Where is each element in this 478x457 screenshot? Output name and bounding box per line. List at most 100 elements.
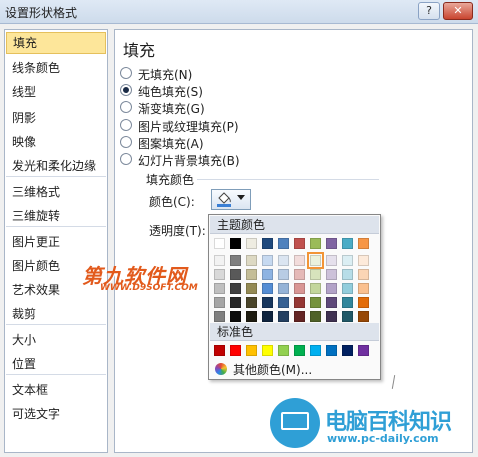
theme-shade-swatch[interactable] [310,311,321,322]
theme-color-swatch[interactable] [310,238,321,249]
theme-shade-swatch[interactable] [342,297,353,308]
sidebar-item[interactable]: 三维格式 [6,181,106,203]
color-label: 颜色(C): [149,195,195,209]
theme-shade-swatch[interactable] [246,311,257,322]
standard-color-swatch[interactable] [342,345,353,356]
standard-color-swatch[interactable] [214,345,225,356]
sidebar-item[interactable]: 阴影 [6,107,106,129]
theme-shade-swatch[interactable] [342,283,353,294]
sidebar-item[interactable]: 发光和柔化边缘 [6,155,106,177]
theme-shade-swatch[interactable] [214,283,225,294]
standard-color-swatch[interactable] [294,345,305,356]
theme-colors-header: 主题颜色 [210,216,379,234]
theme-shade-swatch[interactable] [342,269,353,280]
theme-shade-swatch[interactable] [358,297,369,308]
standard-colors-header: 标准色 [210,323,379,341]
sidebar-item[interactable]: 可选文字 [6,403,106,425]
theme-shade-swatch[interactable] [214,269,225,280]
theme-shade-swatch[interactable] [358,255,369,266]
sidebar-item[interactable]: 填充 [6,32,106,54]
standard-color-swatch[interactable] [310,345,321,356]
theme-shade-swatch[interactable] [278,283,289,294]
sidebar-item[interactable]: 大小 [6,329,106,351]
sidebar-item[interactable]: 线型 [6,81,106,103]
more-colors-label: 其他颜色(M)... [233,363,313,377]
theme-color-swatch[interactable] [230,238,241,249]
close-button[interactable]: ✕ [443,2,473,20]
theme-shade-swatch[interactable] [326,269,337,280]
theme-shade-swatch[interactable] [342,255,353,266]
theme-shade-swatch[interactable] [294,269,305,280]
theme-shade-swatch[interactable] [294,311,305,322]
group-divider [197,179,379,180]
radio-button[interactable] [120,119,132,131]
theme-color-swatch[interactable] [294,238,305,249]
theme-shade-swatch[interactable] [310,269,321,280]
theme-shade-swatch[interactable] [278,297,289,308]
paint-bucket-icon [217,192,231,207]
standard-color-swatch[interactable] [262,345,273,356]
theme-shade-swatch[interactable] [278,311,289,322]
theme-shade-swatch[interactable] [262,297,273,308]
theme-shade-swatch[interactable] [326,283,337,294]
theme-shade-swatch[interactable] [246,297,257,308]
theme-shade-swatch[interactable] [310,283,321,294]
theme-color-swatch[interactable] [262,238,273,249]
radio-button[interactable] [120,136,132,148]
theme-shade-swatch[interactable] [310,297,321,308]
help-button[interactable]: ? [418,2,440,20]
radio-button[interactable] [120,84,132,96]
theme-shade-swatch[interactable] [307,252,324,269]
standard-color-swatch[interactable] [246,345,257,356]
color-dropdown-button[interactable] [211,189,251,210]
radio-button[interactable] [120,67,132,79]
standard-color-swatch[interactable] [326,345,337,356]
theme-shade-swatch[interactable] [326,311,337,322]
theme-color-swatch[interactable] [246,238,257,249]
theme-shade-swatch[interactable] [214,311,225,322]
theme-shade-swatch[interactable] [246,255,257,266]
theme-shade-swatch[interactable] [358,311,369,322]
theme-shade-swatch[interactable] [214,255,225,266]
sidebar-item[interactable]: 文本框 [6,379,106,401]
theme-shade-swatch[interactable] [230,311,241,322]
theme-shade-swatch[interactable] [294,283,305,294]
sidebar-item[interactable]: 位置 [6,353,106,375]
radio-button[interactable] [120,101,132,113]
theme-shade-swatch[interactable] [262,311,273,322]
theme-shade-swatch[interactable] [230,297,241,308]
sidebar-item[interactable]: 裁剪 [6,303,106,325]
theme-shade-swatch[interactable] [230,269,241,280]
sidebar-item[interactable]: 线条颜色 [6,57,106,79]
theme-color-swatch[interactable] [326,238,337,249]
theme-shade-swatch[interactable] [326,297,337,308]
theme-shade-swatch[interactable] [358,269,369,280]
standard-color-swatch[interactable] [230,345,241,356]
sidebar-item[interactable]: 图片更正 [6,231,106,253]
theme-shade-swatch[interactable] [342,311,353,322]
theme-shade-swatch[interactable] [278,269,289,280]
theme-shade-swatch[interactable] [230,255,241,266]
theme-shade-swatch[interactable] [262,283,273,294]
sidebar-item[interactable]: 三维旋转 [6,205,106,227]
theme-color-swatch[interactable] [342,238,353,249]
theme-shade-swatch[interactable] [262,255,273,266]
theme-color-swatch[interactable] [278,238,289,249]
theme-shade-swatch[interactable] [294,297,305,308]
sidebar-item[interactable]: 映像 [6,131,106,153]
theme-shade-swatch[interactable] [294,255,305,266]
standard-color-swatch[interactable] [278,345,289,356]
theme-shade-swatch[interactable] [262,269,273,280]
watermark-site1-url: WWW.D9SOFT.COM [100,283,198,293]
radio-button[interactable] [120,153,132,165]
theme-color-swatch[interactable] [358,238,369,249]
theme-shade-swatch[interactable] [246,269,257,280]
theme-shade-swatch[interactable] [246,283,257,294]
theme-shade-swatch[interactable] [230,283,241,294]
theme-color-swatch[interactable] [214,238,225,249]
theme-shade-swatch[interactable] [358,283,369,294]
theme-shade-swatch[interactable] [278,255,289,266]
theme-shade-swatch[interactable] [214,297,225,308]
theme-shade-swatch[interactable] [326,255,337,266]
standard-color-swatch[interactable] [358,345,369,356]
